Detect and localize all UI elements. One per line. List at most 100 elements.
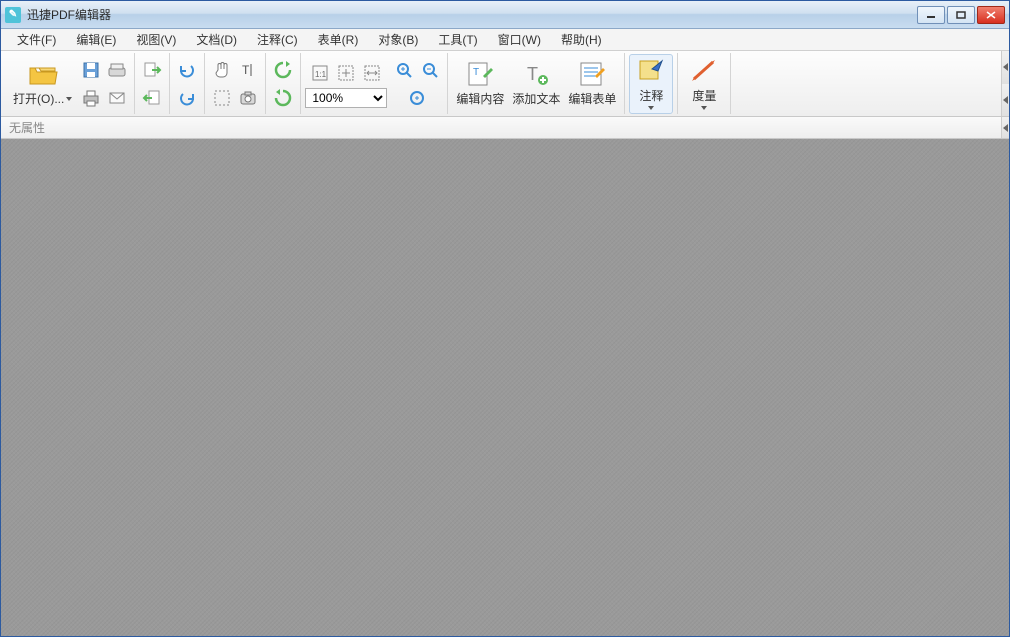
toolbar-collapse-handles: [1001, 51, 1009, 116]
toolbar-group-measure: 度量: [678, 53, 731, 114]
folder-open-icon: [27, 60, 59, 88]
menu-window[interactable]: 窗口(W): [488, 29, 551, 50]
menu-annotation[interactable]: 注释(C): [247, 29, 308, 50]
toolbar-group-history: [170, 53, 205, 114]
properties-none-label: 无属性: [9, 119, 45, 136]
mail-button[interactable]: [104, 85, 130, 111]
open-label: 打开(O)...: [13, 90, 64, 107]
annotation-button[interactable]: 注释: [629, 54, 673, 114]
properties-bar: 无属性: [1, 117, 1009, 139]
add-text-label: 添加文本: [512, 90, 560, 107]
scanner-icon: [107, 60, 127, 80]
svg-text:T: T: [242, 63, 250, 77]
rotate-ccw-icon: [272, 59, 294, 81]
menu-help[interactable]: 帮助(H): [551, 29, 612, 50]
add-text-button[interactable]: T 添加文本: [508, 54, 564, 114]
measure-icon: [689, 57, 719, 85]
mail-icon: [107, 88, 127, 108]
save-button[interactable]: [78, 57, 104, 83]
redo-button[interactable]: [174, 85, 200, 111]
app-window: ✎ 迅捷PDF编辑器 文件(F) 编辑(E) 视图(V) 文档(D) 注释(C)…: [0, 0, 1010, 637]
menu-view[interactable]: 视图(V): [126, 29, 186, 50]
undo-button[interactable]: [174, 57, 200, 83]
close-button[interactable]: [977, 6, 1005, 24]
import-button[interactable]: [139, 85, 165, 111]
fit-page-button[interactable]: [333, 60, 359, 86]
app-icon: ✎: [5, 7, 21, 23]
printer-icon: [81, 88, 101, 108]
camera-icon: [238, 88, 258, 108]
chevron-down-icon: [701, 106, 707, 110]
redo-icon: [177, 88, 197, 108]
menu-tools[interactable]: 工具(T): [428, 29, 487, 50]
toolbar-group-select: T: [205, 53, 266, 114]
actual-size-icon: 1:1: [310, 63, 330, 83]
snapshot-button[interactable]: [235, 85, 261, 111]
zoom-marquee-icon: [407, 88, 427, 108]
zoom-out-icon: [420, 60, 440, 80]
zoom-marquee-button[interactable]: [404, 85, 430, 111]
titlebar: ✎ 迅捷PDF编辑器: [1, 1, 1009, 29]
toolbar-group-zoom: 1:1 100%: [301, 53, 448, 114]
toolbar-group-edit: T 编辑内容 T 添加文本 编辑表单: [448, 53, 625, 114]
toolbar-collapse-top[interactable]: [1001, 51, 1009, 84]
window-buttons: [917, 6, 1005, 24]
measure-button[interactable]: 度量: [682, 54, 726, 114]
window-title: 迅捷PDF编辑器: [27, 6, 917, 23]
measure-label: 度量: [692, 87, 716, 104]
minimize-icon: [926, 11, 936, 19]
scan-button[interactable]: [104, 57, 130, 83]
svg-text:T: T: [527, 64, 538, 84]
toolbar-group-annotation: 注释: [625, 53, 678, 114]
import-icon: [142, 88, 162, 108]
rotate-cw-icon: [272, 87, 294, 109]
maximize-icon: [956, 11, 966, 19]
text-select-button[interactable]: T: [235, 57, 261, 83]
menu-edit[interactable]: 编辑(E): [66, 29, 126, 50]
rotate-ccw-button[interactable]: [270, 57, 296, 83]
hand-tool-button[interactable]: [209, 57, 235, 83]
edit-form-label: 编辑表单: [568, 90, 616, 107]
menu-document[interactable]: 文档(D): [186, 29, 247, 50]
open-button[interactable]: 打开(O)...: [9, 54, 76, 114]
fit-width-button[interactable]: [359, 60, 385, 86]
workspace-canvas[interactable]: [1, 139, 1009, 636]
chevron-down-icon: [66, 97, 72, 101]
propbar-collapse-handle[interactable]: [1001, 117, 1009, 138]
undo-icon: [177, 60, 197, 80]
hand-icon: [212, 60, 232, 80]
edit-content-icon: T: [465, 60, 495, 88]
menu-object[interactable]: 对象(B): [368, 29, 428, 50]
chevron-down-icon: [648, 106, 654, 110]
menu-file[interactable]: 文件(F): [7, 29, 66, 50]
edit-form-icon: [577, 60, 607, 88]
rotate-cw-button[interactable]: [270, 85, 296, 111]
minimize-button[interactable]: [917, 6, 945, 24]
svg-text:1:1: 1:1: [315, 70, 327, 79]
svg-text:T: T: [473, 67, 479, 78]
toolbar-group-convert: [135, 53, 170, 114]
marquee-select-button[interactable]: [209, 85, 235, 111]
menubar: 文件(F) 编辑(E) 视图(V) 文档(D) 注释(C) 表单(R) 对象(B…: [1, 29, 1009, 51]
menu-form[interactable]: 表单(R): [308, 29, 369, 50]
toolbar-collapse-bottom[interactable]: [1001, 84, 1009, 117]
toolbar-group-file: 打开(O)...: [5, 53, 135, 114]
maximize-button[interactable]: [947, 6, 975, 24]
export-button[interactable]: [139, 57, 165, 83]
toolbar: 打开(O)...: [1, 51, 1009, 117]
marquee-icon: [212, 88, 232, 108]
export-icon: [142, 60, 162, 80]
zoom-select[interactable]: 100%: [305, 88, 387, 108]
text-select-icon: T: [238, 60, 258, 80]
print-button[interactable]: [78, 85, 104, 111]
edit-form-button[interactable]: 编辑表单: [564, 54, 620, 114]
close-icon: [986, 11, 996, 19]
annotation-icon: [636, 57, 666, 85]
toolbar-group-rotate: [266, 53, 301, 114]
zoom-out-button[interactable]: [417, 57, 443, 83]
actual-size-button[interactable]: 1:1: [307, 60, 333, 86]
edit-content-button[interactable]: T 编辑内容: [452, 54, 508, 114]
zoom-in-button[interactable]: [391, 57, 417, 83]
annotation-label: 注释: [639, 87, 663, 104]
fit-width-icon: [362, 63, 382, 83]
